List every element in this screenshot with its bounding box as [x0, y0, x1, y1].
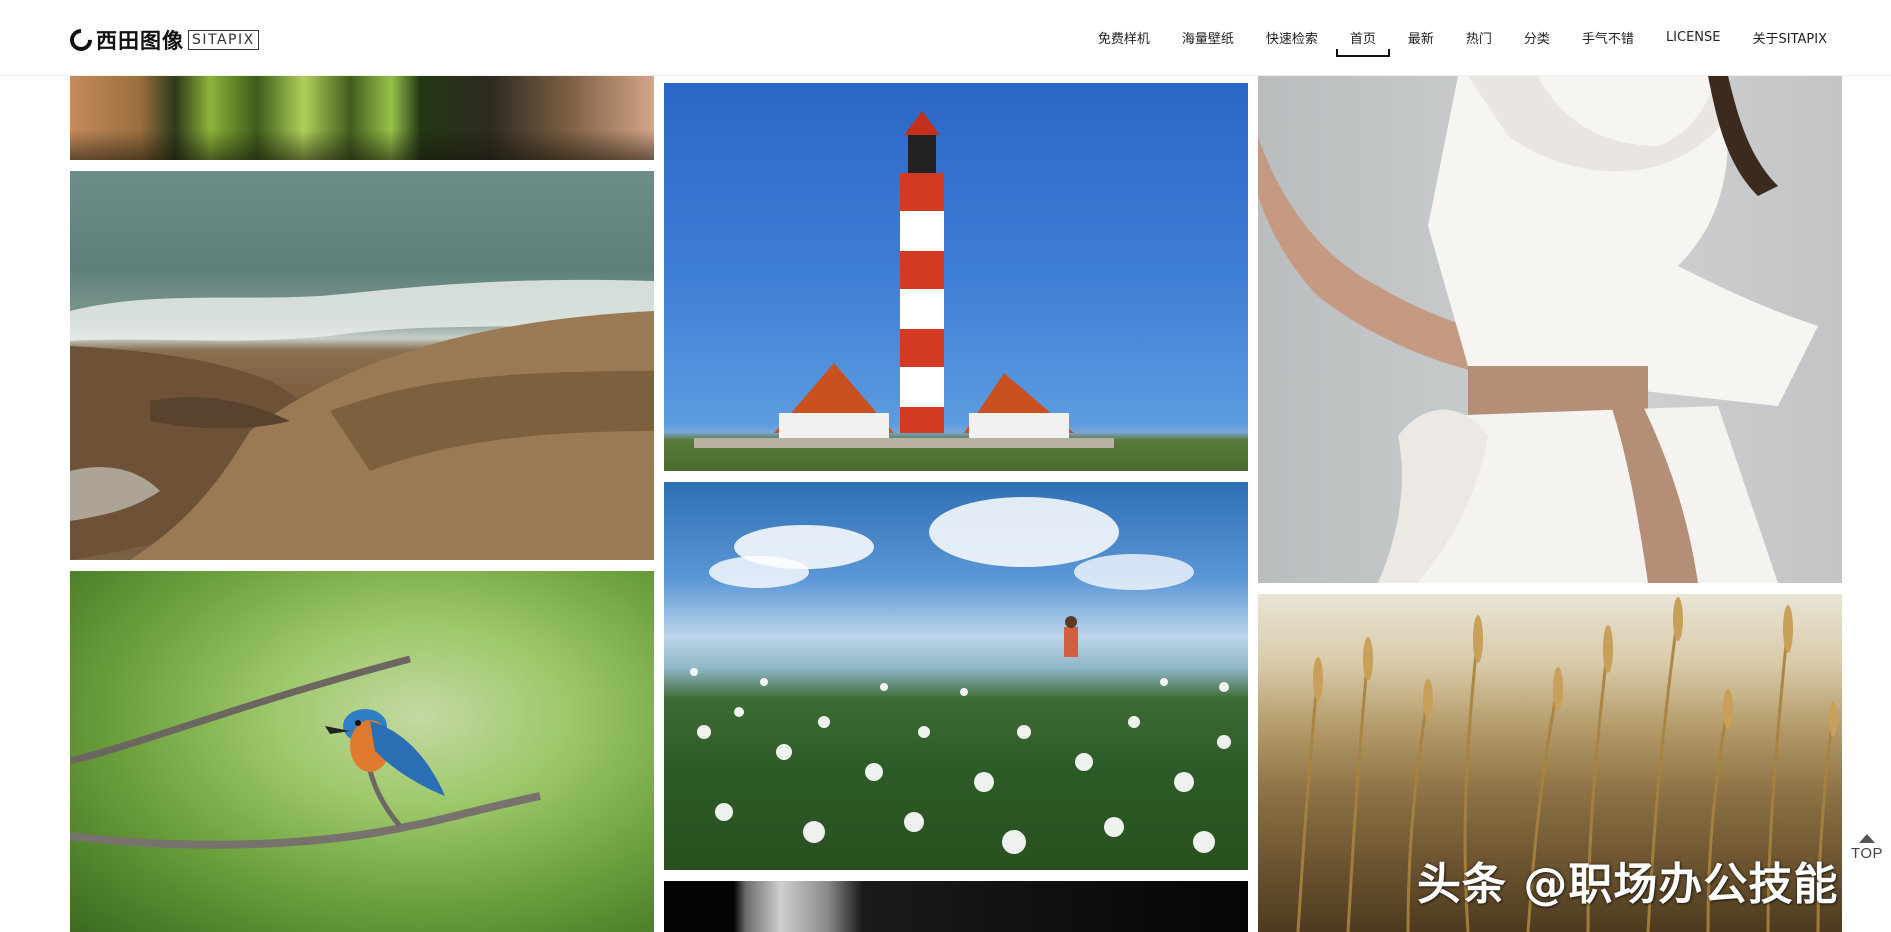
lighthouse-art — [694, 111, 1114, 448]
flower-field-art — [690, 497, 1231, 854]
arrow-up-icon — [1859, 834, 1875, 843]
logo-name-cn: 西田图像 — [96, 29, 184, 53]
nav-item-lucky[interactable]: 手气不错 — [1566, 22, 1650, 53]
nav-item-about[interactable]: 关于SITAPIX — [1737, 22, 1844, 53]
rocky-seashore-photo[interactable] — [70, 171, 654, 560]
site-logo[interactable]: 西田图像 SITAPIX — [65, 24, 259, 56]
nav-item-quick-search[interactable]: 快速检索 — [1250, 22, 1334, 53]
nav-item-wallpapers[interactable]: 海量壁纸 — [1166, 22, 1250, 53]
black-white-portrait-photo[interactable] — [664, 881, 1248, 932]
white-dress-art — [1258, 76, 1818, 583]
nav-item-popular[interactable]: 热门 — [1450, 22, 1508, 53]
kingfisher-bird-photo[interactable] — [70, 571, 654, 932]
watermark-text: 头条 @职场办公技能 — [1417, 859, 1839, 910]
nav-item-categories[interactable]: 分类 — [1508, 22, 1566, 53]
red-white-lighthouse-photo[interactable] — [664, 83, 1248, 471]
nav-item-latest[interactable]: 最新 — [1392, 22, 1450, 53]
logo-ring-icon — [65, 24, 97, 56]
kingfisher-art — [70, 655, 541, 849]
nav-item-free-mockups[interactable]: 免费样机 — [1082, 22, 1166, 53]
back-to-top-label: TOP — [1850, 845, 1884, 862]
white-flower-field-photo[interactable] — [664, 482, 1248, 870]
grass-close-up-photo[interactable] — [70, 76, 654, 160]
nav-item-home[interactable]: 首页 — [1334, 22, 1392, 57]
main-nav: 免费样机 海量壁纸 快速检索 首页 最新 热门 分类 手气不错 LICENSE … — [1082, 22, 1844, 57]
logo-name-en: SITAPIX — [188, 30, 259, 50]
rocky-seashore-art — [70, 279, 654, 560]
back-to-top-button[interactable]: TOP — [1846, 828, 1888, 868]
woman-white-dress-photo[interactable] — [1258, 76, 1842, 583]
nav-item-license[interactable]: LICENSE — [1650, 24, 1737, 51]
page: 西田图像 SITAPIX 免费样机 海量壁纸 快速检索 首页 最新 热门 分类 … — [0, 0, 1891, 932]
site-header: 西田图像 SITAPIX 免费样机 海量壁纸 快速检索 首页 最新 热门 分类 … — [0, 0, 1891, 76]
